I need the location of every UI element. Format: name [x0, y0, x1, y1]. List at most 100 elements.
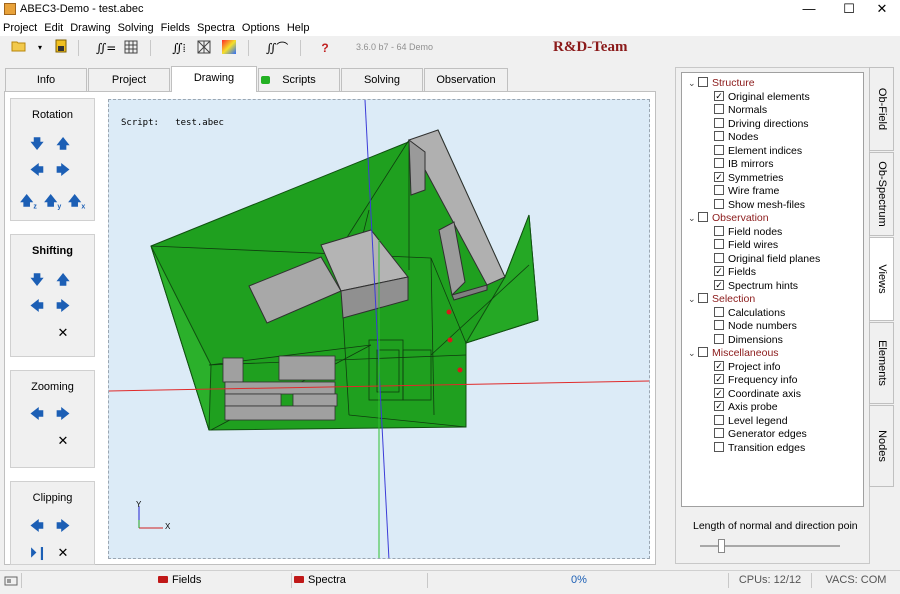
tree-item[interactable]: ⌄ Selection [688, 293, 755, 306]
shift-reset-close-icon[interactable]: ✕ [56, 326, 70, 340]
open-dropdown-icon[interactable]: ▾ [31, 39, 49, 57]
tree-item[interactable]: ✓ Original elements [714, 91, 810, 104]
tree-item[interactable]: ✓ Project info [714, 361, 781, 374]
side-tab-ob-field[interactable]: Ob-Field [869, 67, 894, 151]
side-tab-elements[interactable]: Elements [869, 322, 894, 404]
rotate-up-arrow-icon[interactable]: 🡅 [56, 137, 70, 151]
tree-checkbox[interactable] [714, 198, 724, 209]
tree-item[interactable]: ✓ Frequency info [714, 374, 797, 387]
tree-item[interactable]: Nodes [714, 131, 758, 144]
rotate-y-icon[interactable]: 🡅y [44, 194, 61, 211]
tree-checkbox[interactable]: ✓ [714, 279, 724, 290]
tree-checkbox[interactable]: ✓ [714, 171, 724, 182]
tree-expand-chevron-icon[interactable]: ⌄ [688, 212, 698, 225]
tree-item[interactable]: ✓ Axis probe [714, 401, 778, 414]
tree-item[interactable]: Show mesh-files [714, 199, 805, 212]
maximize-button[interactable]: ☐ [834, 0, 864, 20]
tab-project[interactable]: Project [88, 68, 170, 91]
menu-drawing[interactable]: Drawing [67, 20, 114, 36]
mesh-grid-icon[interactable] [122, 39, 140, 57]
tree-checkbox[interactable] [714, 428, 724, 439]
tree-item[interactable]: ⌄ Observation [688, 212, 769, 225]
tab-drawing[interactable]: Drawing [171, 66, 257, 92]
tree-checkbox[interactable] [714, 333, 724, 344]
tree-checkbox[interactable] [714, 225, 724, 236]
zoom-out-arrow-icon[interactable]: 🡄 [30, 407, 44, 421]
tree-item[interactable]: Field nodes [714, 226, 782, 239]
rotate-down-arrow-icon[interactable]: 🡇 [30, 137, 44, 151]
tree-item[interactable]: Wire frame [714, 185, 779, 198]
tab-observation[interactable]: Observation [424, 68, 508, 91]
normal-length-slider-thumb[interactable] [718, 539, 725, 553]
save-icon[interactable] [52, 39, 70, 57]
tree-item[interactable]: ✓ Fields [714, 266, 756, 279]
rotate-left-arrow-icon[interactable]: 🡄 [30, 163, 44, 177]
tree-checkbox[interactable] [698, 347, 708, 358]
integral-equal-icon[interactable]: ∬= [96, 39, 116, 57]
help-icon[interactable]: ? [316, 39, 334, 57]
shift-left-arrow-icon[interactable]: 🡄 [30, 299, 44, 313]
tree-item[interactable]: IB mirrors [714, 158, 774, 171]
tree-item[interactable]: Normals [714, 104, 767, 117]
tree-expand-chevron-icon[interactable]: ⌄ [688, 77, 698, 90]
tree-checkbox[interactable]: ✓ [714, 266, 724, 277]
tree-checkbox[interactable] [714, 252, 724, 263]
tree-expand-chevron-icon[interactable]: ⌄ [688, 293, 698, 306]
tree-item[interactable]: Element indices [714, 145, 802, 158]
menu-options[interactable]: Options [239, 20, 284, 36]
rotate-right-arrow-icon[interactable]: 🡆 [56, 163, 70, 177]
menu-solving[interactable]: Solving [115, 20, 158, 36]
integral-bars-icon[interactable]: ∬⁞ [170, 39, 188, 57]
tree-checkbox[interactable] [714, 414, 724, 425]
tab-info[interactable]: Info [5, 68, 87, 91]
rotate-z-icon[interactable]: 🡅z [20, 194, 37, 211]
clip-reset-close-icon[interactable]: ✕ [56, 546, 70, 560]
tree-item[interactable]: ⌄ Structure [688, 77, 755, 90]
tree-item[interactable]: Level legend [714, 415, 788, 428]
menu-help[interactable]: Help [284, 20, 314, 36]
shift-down-arrow-icon[interactable]: 🡇 [30, 273, 44, 287]
tree-checkbox[interactable] [714, 306, 724, 317]
side-tab-ob-spectrum[interactable]: Ob-Spectrum [869, 152, 894, 236]
tree-checkbox[interactable] [714, 320, 724, 331]
zoom-reset-close-icon[interactable]: ✕ [56, 434, 70, 448]
tree-item[interactable]: Field wires [714, 239, 778, 252]
menu-fields[interactable]: Fields [158, 20, 194, 36]
mesh-diagonal-icon[interactable] [195, 39, 213, 57]
tree-checkbox[interactable] [714, 117, 724, 128]
menu-project[interactable]: Project [0, 20, 41, 36]
side-tab-views[interactable]: Views [869, 237, 894, 321]
menu-edit[interactable]: Edit [41, 20, 67, 36]
tree-checkbox[interactable] [714, 158, 724, 169]
rotate-x-icon[interactable]: 🡅x [68, 194, 85, 211]
tree-item[interactable]: Dimensions [714, 334, 783, 347]
tree-checkbox[interactable] [714, 441, 724, 452]
shift-right-arrow-icon[interactable]: 🡆 [56, 299, 70, 313]
tree-item[interactable]: ⌄ Miscellaneous [688, 347, 779, 360]
clip-toggle-icon[interactable]: ⏵❙ [30, 546, 47, 560]
tree-item[interactable]: Calculations [714, 307, 785, 320]
tree-item[interactable]: ✓ Symmetries [714, 172, 783, 185]
tree-checkbox[interactable]: ✓ [714, 401, 724, 412]
tab-solving[interactable]: Solving [341, 68, 423, 91]
tree-checkbox[interactable] [714, 144, 724, 155]
integral-curve-icon[interactable]: ∬⌒ [266, 39, 288, 57]
tree-checkbox[interactable]: ✓ [714, 360, 724, 371]
minimize-button[interactable]: — [794, 0, 824, 20]
zoom-in-arrow-icon[interactable]: 🡆 [56, 407, 70, 421]
color-gradient-icon[interactable] [220, 39, 238, 57]
clip-right-arrow-icon[interactable]: 🡆 [56, 519, 70, 533]
tree-expand-chevron-icon[interactable]: ⌄ [688, 347, 698, 360]
clip-left-arrow-icon[interactable]: 🡄 [30, 519, 44, 533]
tree-checkbox[interactable] [714, 104, 724, 115]
tree-checkbox[interactable] [698, 293, 708, 304]
tree-item[interactable]: Original field planes [714, 253, 820, 266]
tree-checkbox[interactable]: ✓ [714, 387, 724, 398]
tree-item[interactable]: Generator edges [714, 428, 807, 441]
tree-checkbox[interactable]: ✓ [714, 374, 724, 385]
shift-up-arrow-icon[interactable]: 🡅 [56, 273, 70, 287]
tree-checkbox[interactable] [714, 185, 724, 196]
tree-item[interactable]: Node numbers [714, 320, 797, 333]
tree-checkbox[interactable] [698, 212, 708, 223]
tree-item[interactable]: ✓ Coordinate axis [714, 388, 801, 401]
